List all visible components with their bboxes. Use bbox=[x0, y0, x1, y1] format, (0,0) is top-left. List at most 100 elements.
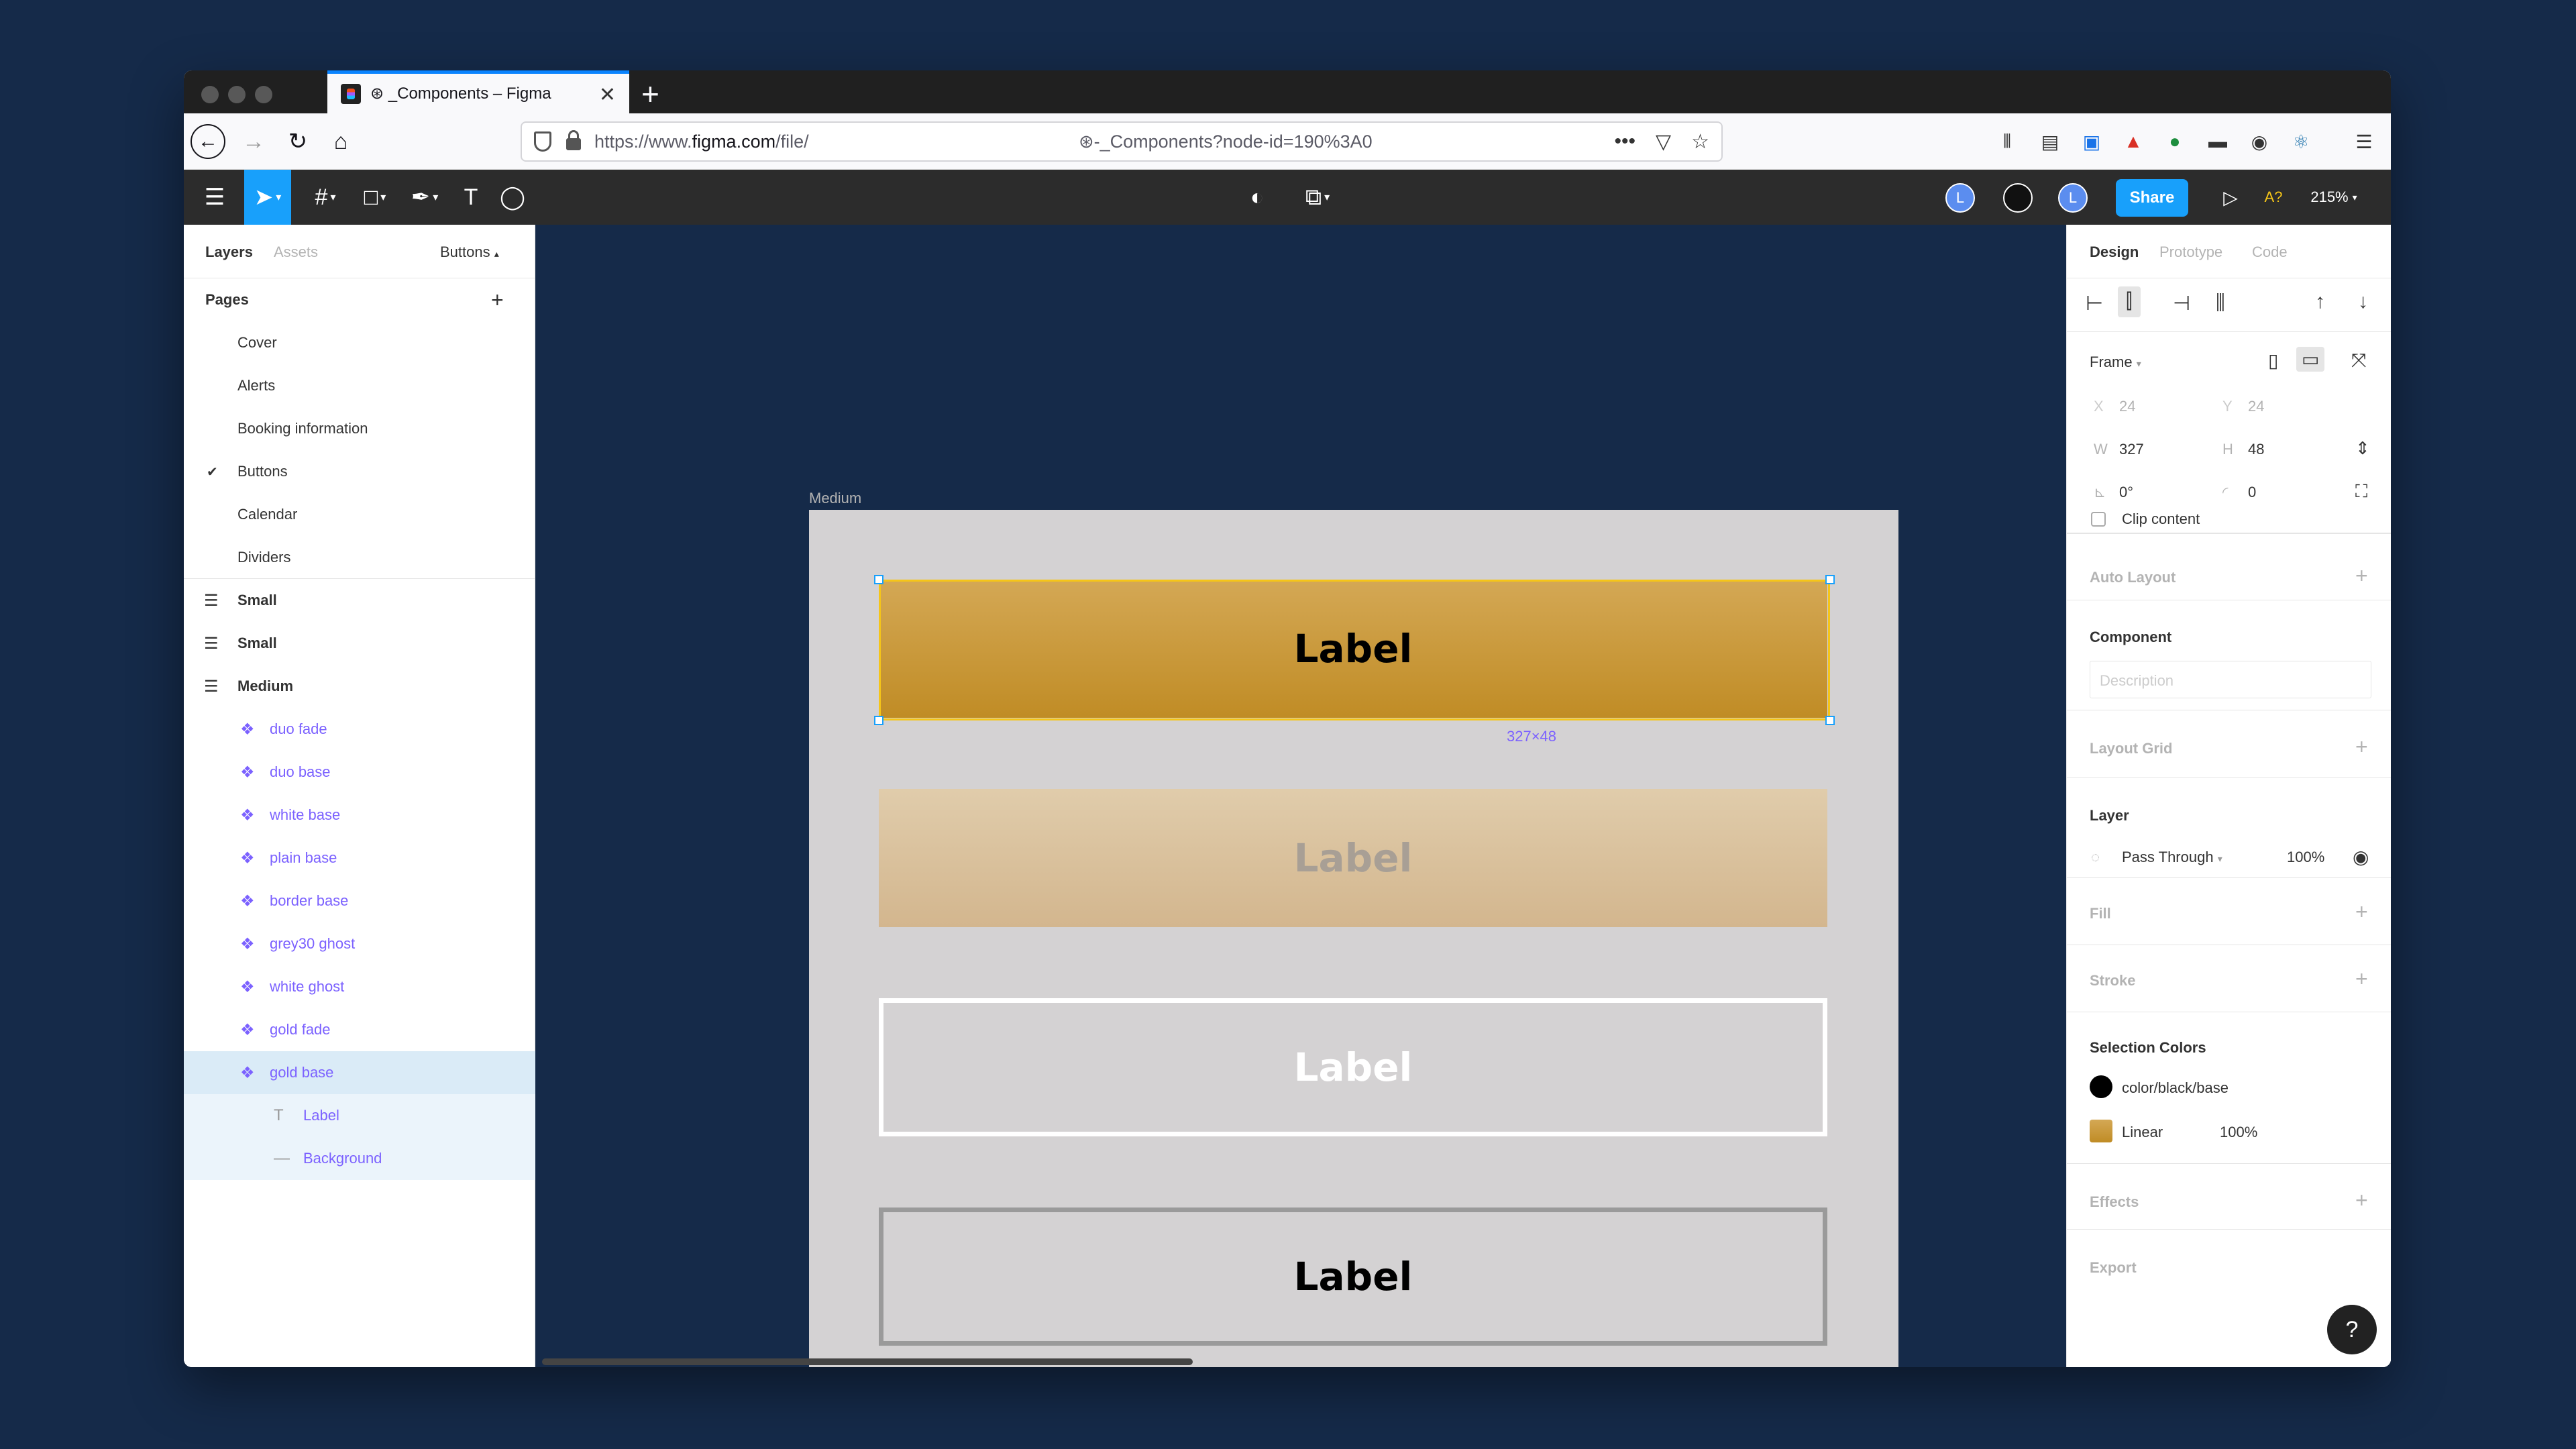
back-icon[interactable]: ← bbox=[191, 124, 225, 159]
avatar[interactable]: L bbox=[1945, 183, 1975, 213]
add-fill-icon[interactable]: + bbox=[2355, 900, 2368, 924]
layer-component[interactable]: ❖ grey30 ghost bbox=[184, 922, 535, 965]
blend-mode-dropdown[interactable]: Pass Through ▾ bbox=[2122, 849, 2222, 866]
layer-child[interactable]: — Background bbox=[184, 1137, 535, 1180]
align-left-icon[interactable]: ⊢ bbox=[2086, 292, 2103, 315]
layer-frame[interactable]: ☰ Medium bbox=[184, 665, 535, 708]
page-item[interactable]: Calendar bbox=[184, 493, 535, 536]
tracking-shield-icon[interactable] bbox=[534, 131, 551, 152]
color-swatch-gold[interactable] bbox=[2090, 1120, 2112, 1142]
page-item[interactable]: Cover bbox=[184, 321, 535, 364]
bookmark-star-icon[interactable]: ☆ bbox=[1691, 130, 1709, 154]
extension-react-icon[interactable]: ⚛ bbox=[2288, 128, 2314, 155]
library-icon[interactable]: ⫴ bbox=[1994, 128, 2021, 155]
add-auto-layout-icon[interactable]: + bbox=[2355, 564, 2368, 588]
canvas[interactable]: Medium Label Label Label Label 327×48 bbox=[535, 225, 2249, 1367]
pen-tool-icon[interactable]: ✒ ▾ bbox=[401, 170, 448, 225]
extension-screenshot-icon[interactable]: ▣ bbox=[2078, 128, 2105, 155]
close-window-dot[interactable] bbox=[201, 86, 219, 103]
layer-component[interactable]: ❖ white base bbox=[184, 794, 535, 837]
home-icon[interactable]: ⌂ bbox=[323, 124, 358, 159]
landscape-icon[interactable]: ▭ bbox=[2296, 347, 2325, 372]
add-effect-icon[interactable]: + bbox=[2355, 1188, 2368, 1213]
horizontal-scrollbar[interactable] bbox=[542, 1358, 1193, 1365]
x-field[interactable]: 24 bbox=[2119, 398, 2135, 415]
main-menu-icon[interactable]: ☰ bbox=[195, 170, 235, 225]
layer-component[interactable]: ❖ duo base bbox=[184, 751, 535, 794]
constrain-proportions-icon[interactable]: ⇕ bbox=[2355, 438, 2370, 459]
pocket-icon[interactable]: ▽ bbox=[1656, 130, 1671, 154]
move-tool-icon[interactable]: ➤ ▾ bbox=[244, 170, 291, 225]
new-tab-icon[interactable]: + bbox=[641, 76, 659, 112]
frame-label[interactable]: Medium bbox=[809, 490, 861, 507]
help-button[interactable]: ? bbox=[2327, 1305, 2377, 1354]
comment-tool-icon[interactable]: ◯ bbox=[492, 170, 533, 225]
align-right-icon[interactable]: ⊣ bbox=[2173, 292, 2190, 315]
selection-color-name[interactable]: Linear bbox=[2122, 1124, 2163, 1141]
extension-green-icon[interactable]: ● bbox=[2161, 128, 2188, 155]
menu-icon[interactable]: ☰ bbox=[2351, 128, 2377, 155]
page-item[interactable]: ✔ Buttons bbox=[184, 450, 535, 493]
url-text-tail[interactable]: ⊛-_Components?node-id=190%3A0 bbox=[1079, 131, 1373, 152]
gold-fade-button[interactable]: Label bbox=[879, 789, 1827, 927]
move-down-icon[interactable]: ↓ bbox=[2358, 290, 2368, 313]
zoom-control[interactable]: 215% ▾ bbox=[2297, 170, 2371, 225]
accessibility-badge[interactable]: A? bbox=[2257, 170, 2290, 225]
align-horizontal-center-icon[interactable]: ⫿ bbox=[2118, 286, 2141, 317]
clip-content-checkbox[interactable] bbox=[2091, 512, 2106, 527]
extension-pdf-icon[interactable]: ▲ bbox=[2120, 128, 2147, 155]
selection-color-opacity[interactable]: 100% bbox=[2220, 1124, 2257, 1141]
layer-frame[interactable]: ☰ Small bbox=[184, 579, 535, 622]
move-up-icon[interactable]: ↑ bbox=[2315, 290, 2325, 313]
avatar[interactable] bbox=[2003, 183, 2033, 213]
layer-child[interactable]: T Label bbox=[184, 1094, 535, 1137]
frame-selector[interactable]: Frame ▾ bbox=[2090, 354, 2141, 371]
page-selector[interactable]: Buttons ▴ bbox=[440, 244, 499, 261]
sidebar-icon[interactable]: ▤ bbox=[2037, 128, 2063, 155]
url-bar[interactable]: https://www.figma.com/file/ ⊛-_Component… bbox=[521, 121, 1723, 162]
add-stroke-icon[interactable]: + bbox=[2355, 967, 2368, 991]
corner-radius-field[interactable]: 0 bbox=[2248, 484, 2256, 501]
page-item[interactable]: Alerts bbox=[184, 364, 535, 407]
layer-opacity[interactable]: 100% bbox=[2287, 849, 2324, 866]
account-icon[interactable]: ◉ bbox=[2246, 128, 2273, 155]
shape-tool-icon[interactable]: □ ▾ bbox=[352, 170, 398, 225]
resize-handle[interactable] bbox=[874, 716, 883, 725]
resize-to-fit-icon[interactable]: ⤧ bbox=[2351, 350, 2366, 372]
layer-component[interactable]: ❖ duo fade bbox=[184, 708, 535, 751]
reload-icon[interactable]: ↻ bbox=[280, 124, 315, 159]
resize-handle[interactable] bbox=[874, 575, 883, 584]
independent-corners-icon[interactable]: ⛶ bbox=[2355, 481, 2367, 502]
portrait-icon[interactable]: ▯ bbox=[2268, 350, 2278, 372]
visibility-eye-icon[interactable]: ◉ bbox=[2353, 846, 2369, 868]
layer-component[interactable]: ❖ white ghost bbox=[184, 965, 535, 1008]
layer-component[interactable]: ❖ gold fade bbox=[184, 1008, 535, 1051]
share-button[interactable]: Share bbox=[2116, 179, 2188, 217]
layer-component[interactable]: ❖ border base bbox=[184, 879, 535, 922]
forward-icon[interactable]: → bbox=[236, 124, 271, 159]
more-actions-icon[interactable]: ••• bbox=[1615, 130, 1636, 154]
y-field[interactable]: 24 bbox=[2248, 398, 2264, 415]
avatar[interactable]: L bbox=[2058, 183, 2088, 213]
lock-icon[interactable] bbox=[566, 130, 581, 150]
tab-figma[interactable]: ⊛ _Components – Figma ✕ bbox=[327, 70, 629, 113]
layer-frame[interactable]: ☰ Small bbox=[184, 622, 535, 665]
description-input[interactable]: Description bbox=[2090, 661, 2371, 698]
text-tool-icon[interactable]: T bbox=[451, 170, 491, 225]
h-field[interactable]: 48 bbox=[2248, 441, 2264, 458]
resize-handle[interactable] bbox=[1825, 716, 1835, 725]
tab-layers[interactable]: Layers bbox=[205, 244, 253, 261]
tab-assets[interactable]: Assets bbox=[274, 244, 318, 261]
mask-icon[interactable]: ◐ bbox=[1237, 170, 1277, 225]
tab-prototype[interactable]: Prototype bbox=[2159, 244, 2222, 261]
white-ghost-button[interactable]: Label bbox=[879, 998, 1827, 1136]
component-icon[interactable]: ⧉ ▾ bbox=[1291, 170, 1344, 225]
add-layout-grid-icon[interactable]: + bbox=[2355, 735, 2368, 759]
distribute-icon[interactable]: ⫼ bbox=[2216, 292, 2225, 315]
layer-component[interactable]: ❖ plain base bbox=[184, 837, 535, 879]
add-page-icon[interactable]: + bbox=[491, 288, 504, 313]
url-text[interactable]: https://www.figma.com/file/ bbox=[594, 131, 809, 152]
frame-tool-icon[interactable]: # ▾ bbox=[302, 170, 349, 225]
present-icon[interactable]: ▷ bbox=[2214, 170, 2247, 225]
page-item[interactable]: Booking information bbox=[184, 407, 535, 450]
